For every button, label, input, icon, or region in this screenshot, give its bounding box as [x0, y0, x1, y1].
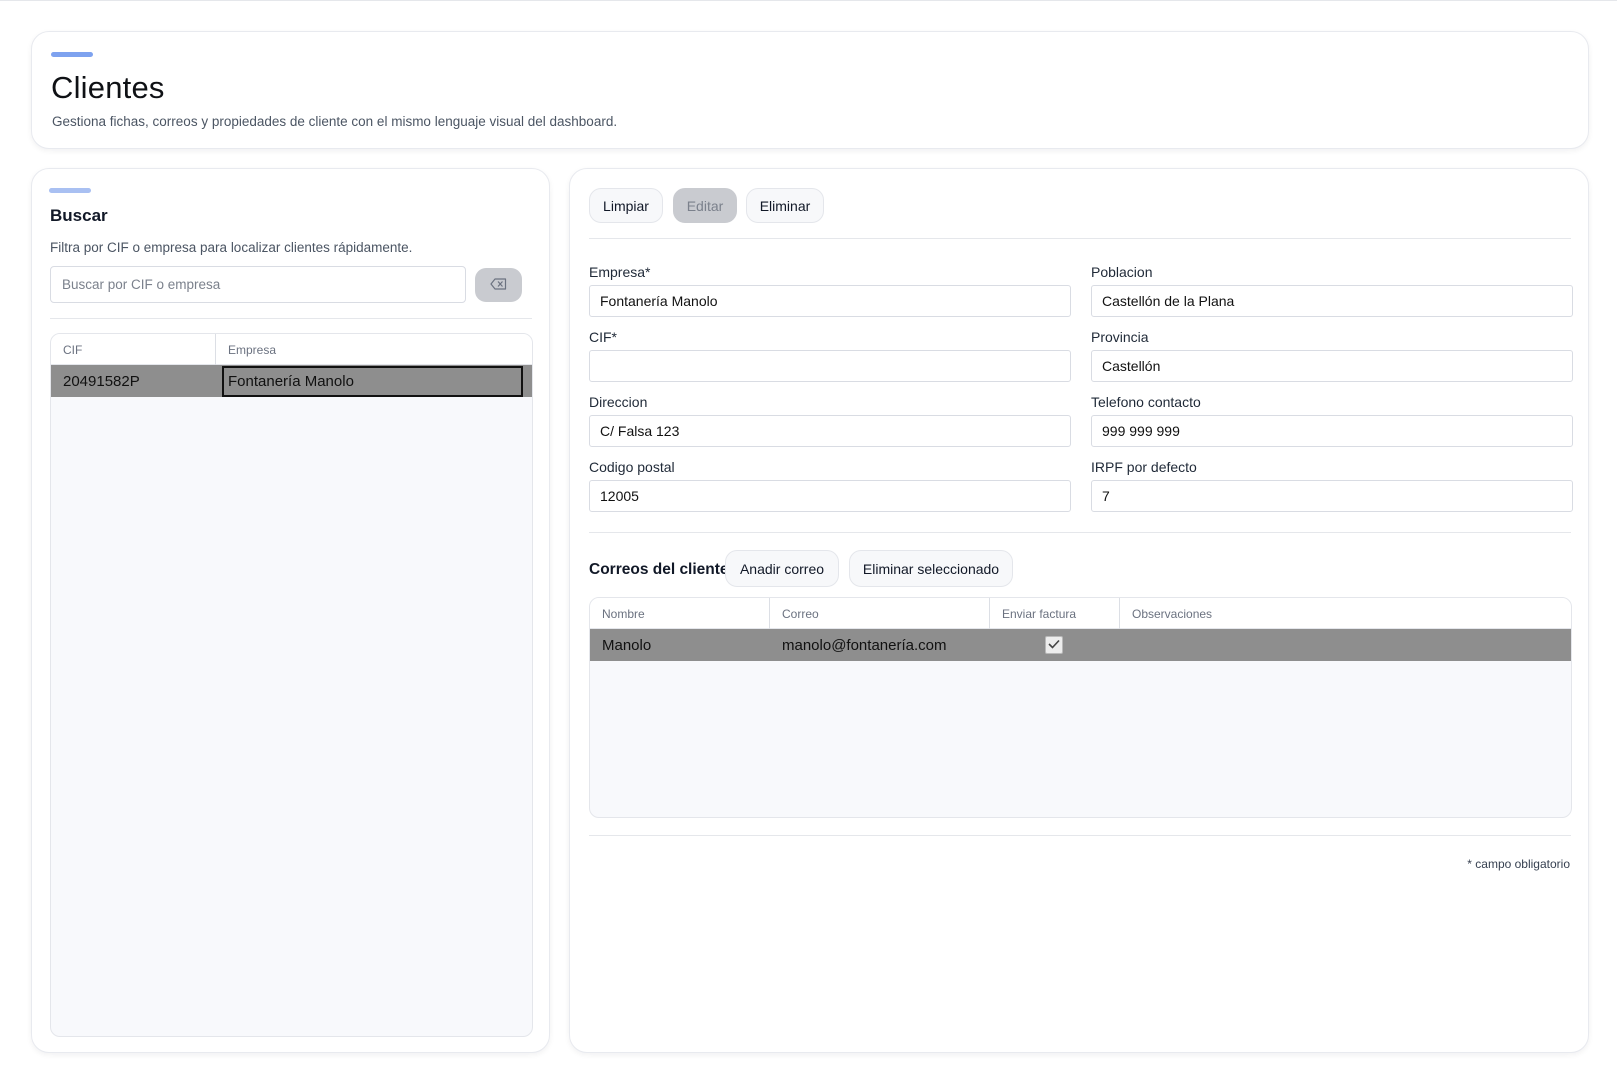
mails-table-header: Nombre Correo Enviar factura Observacion…	[590, 598, 1571, 629]
toolbar-divider	[589, 238, 1571, 239]
mails-table[interactable]: Nombre Correo Enviar factura Observacion…	[589, 597, 1572, 818]
clients-table[interactable]: CIF Empresa 20491582P Fontanería Manolo	[50, 333, 533, 1037]
cell-observaciones[interactable]	[1120, 629, 1132, 661]
empresa-label: Empresa*	[589, 264, 651, 280]
column-header-observaciones[interactable]: Observaciones	[1120, 598, 1212, 629]
search-description: Filtra por CIF o empresa para localizar …	[50, 240, 413, 255]
clients-table-header: CIF Empresa	[51, 334, 532, 365]
column-header-cif[interactable]: CIF	[51, 334, 82, 365]
column-header-correo[interactable]: Correo	[770, 598, 819, 629]
delete-selected-mail-button[interactable]: Eliminar seleccionado	[849, 550, 1013, 587]
cif-field[interactable]	[589, 350, 1071, 382]
poblacion-field[interactable]	[1091, 285, 1573, 317]
column-divider[interactable]	[215, 334, 216, 365]
header-accent-bar	[51, 52, 93, 57]
mails-title: Correos del cliente	[589, 561, 729, 578]
backspace-icon	[490, 277, 507, 293]
provincia-label: Provincia	[1091, 329, 1149, 345]
clear-button[interactable]: Limpiar	[589, 188, 663, 223]
direccion-label: Direccion	[589, 394, 648, 410]
mails-divider	[589, 835, 1571, 836]
client-detail-panel: Limpiar Editar Eliminar Empresa* CIF* Di…	[569, 168, 1589, 1053]
clear-search-button[interactable]	[475, 268, 522, 302]
delete-button[interactable]: Eliminar	[746, 188, 824, 223]
irpf-field[interactable]	[1091, 480, 1573, 512]
irpf-label: IRPF por defecto	[1091, 459, 1197, 475]
provincia-field[interactable]	[1091, 350, 1573, 382]
search-input[interactable]	[50, 266, 466, 303]
cell-nombre[interactable]: Manolo	[590, 629, 651, 661]
table-row[interactable]: Manolo manolo@fontanería.com	[590, 629, 1571, 661]
empresa-field[interactable]	[589, 285, 1071, 317]
search-title: Buscar	[50, 206, 108, 225]
telefono-field[interactable]	[1091, 415, 1573, 447]
page-subtitle: Gestiona fichas, correos y propiedades d…	[52, 114, 618, 129]
direccion-field[interactable]	[589, 415, 1071, 447]
checkmark-icon	[1048, 636, 1060, 654]
search-panel: Buscar Filtra por CIF o empresa para loc…	[31, 168, 550, 1053]
top-border	[0, 0, 1617, 1]
required-field-note: * campo obligatorio	[1467, 857, 1570, 871]
table-row[interactable]: 20491582P Fontanería Manolo	[51, 365, 532, 397]
page-title: Clientes	[51, 70, 165, 105]
edit-button[interactable]: Editar	[673, 188, 737, 223]
cell-focus-outline	[222, 366, 523, 397]
form-divider	[589, 532, 1571, 533]
telefono-label: Telefono contacto	[1091, 394, 1201, 410]
cell-cif[interactable]: 20491582P	[51, 365, 140, 397]
cell-correo[interactable]: manolo@fontanería.com	[770, 629, 946, 661]
column-header-nombre[interactable]: Nombre	[590, 598, 645, 629]
search-divider	[50, 318, 532, 319]
search-accent-bar	[49, 188, 91, 193]
cif-label: CIF*	[589, 329, 617, 345]
codigo-postal-label: Codigo postal	[589, 459, 675, 475]
page-header-card: Clientes Gestiona fichas, correos y prop…	[31, 31, 1589, 149]
poblacion-label: Poblacion	[1091, 264, 1153, 280]
column-header-empresa[interactable]: Empresa	[216, 334, 276, 365]
add-mail-button[interactable]: Anadir correo	[725, 550, 839, 587]
column-header-enviar-factura[interactable]: Enviar factura	[990, 598, 1076, 629]
codigo-postal-field[interactable]	[589, 480, 1071, 512]
enviar-factura-checkbox[interactable]	[1045, 636, 1063, 654]
